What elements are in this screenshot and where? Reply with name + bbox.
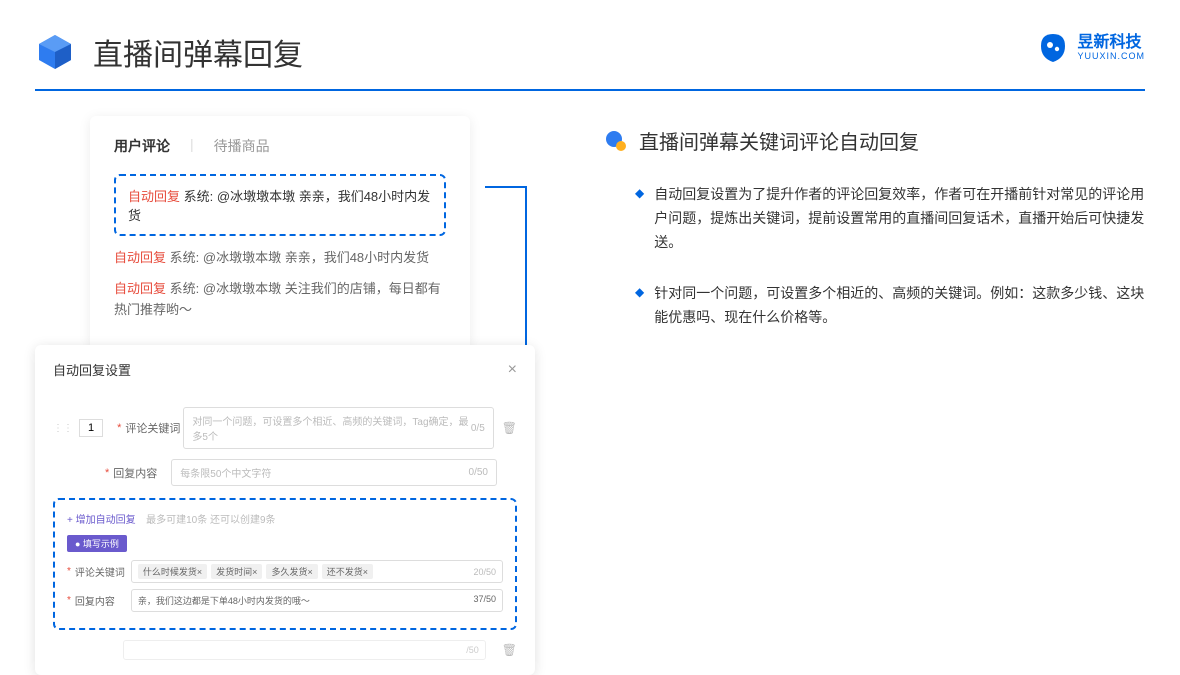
content-row: * 回复内容 每条限50个中文字符 0/50 [53, 459, 517, 486]
tag[interactable]: 什么时候发货× [138, 564, 207, 579]
keyword-input[interactable]: 对同一个问题，可设置多个相近、高频的关键词，Tag确定，最多5个 0/5 [183, 407, 493, 449]
brand-name-cn: 昱新科技 [1077, 34, 1145, 52]
cube-icon [35, 32, 75, 72]
reply-item: 自动回复 系统: @冰墩墩本墩 关注我们的店铺，每日都有热门推荐哟～ [114, 279, 446, 321]
tag[interactable]: 还不发货× [322, 564, 373, 579]
system-label: 系统: [184, 189, 214, 204]
ghost-row: /50 🗑 [53, 640, 517, 660]
ghost-input: /50 [123, 640, 486, 660]
example-content-input[interactable]: 亲，我们这边都是下单48小时内发货的哦～ 37/50 [131, 589, 503, 612]
tag-input[interactable]: 什么时候发货× 发货时间× 多久发货× 还不发货× 20/50 [131, 560, 503, 583]
example-keyword-row: * 评论关键词 什么时候发货× 发货时间× 多久发货× 还不发货× 20/50 [67, 560, 503, 583]
example-content-row: * 回复内容 亲，我们这边都是下单48小时内发货的哦～ 37/50 [67, 589, 503, 612]
connector-line [485, 186, 525, 188]
screenshot-panel: 用户评论 | 待播商品 自动回复 系统: @冰墩墩本墩 亲亲，我们48小时内发货… [35, 116, 535, 675]
tab-separator: | [190, 136, 194, 156]
section-title: 直播间弹幕关键词评论自动回复 [639, 126, 919, 155]
close-icon[interactable]: × [508, 361, 517, 379]
keyword-row: ⋮⋮ 1 * 评论关键词 对同一个问题，可设置多个相近、高频的关键词，Tag确定… [53, 407, 517, 449]
page-header: 直播间弹幕回复 昱新科技 YUUXIN.COM [0, 0, 1180, 89]
delete-icon[interactable]: 🗑 [502, 643, 517, 657]
diamond-icon: ◆ [635, 285, 644, 330]
add-reply-link[interactable]: + 增加自动回复 [67, 515, 136, 526]
keyword-label: 评论关键词 [125, 420, 183, 436]
bullet-list: ◆ 自动回复设置为了提升作者的评论回复效率，作者可在开播前针对常见的评论用户问题… [605, 183, 1145, 330]
settings-dialog: 自动回复设置 × ⋮⋮ 1 * 评论关键词 对同一个问题，可设置多个相近、高频的… [35, 345, 535, 675]
drag-icon[interactable]: ⋮⋮ [53, 423, 73, 434]
required-icon: * [117, 422, 121, 434]
comment-card: 用户评论 | 待播商品 自动回复 系统: @冰墩墩本墩 亲亲，我们48小时内发货… [90, 116, 470, 350]
highlighted-reply: 自动回复 系统: @冰墩墩本墩 亲亲，我们48小时内发货 [114, 174, 446, 236]
tag[interactable]: 多久发货× [266, 564, 317, 579]
tab-user-comments[interactable]: 用户评论 [114, 136, 170, 156]
delete-icon[interactable]: 🗑 [502, 421, 517, 435]
add-hint: 最多可建10条 还可以创建9条 [146, 515, 275, 526]
dialog-title: 自动回复设置 [53, 360, 131, 379]
diamond-icon: ◆ [635, 186, 644, 254]
row-number: 1 [79, 419, 103, 437]
tag[interactable]: 发货时间× [211, 564, 262, 579]
reply-item: 自动回复 系统: @冰墩墩本墩 亲亲，我们48小时内发货 [114, 248, 446, 269]
brand-logo: 昱新科技 YUUXIN.COM [1037, 32, 1145, 64]
bullet-item: ◆ 自动回复设置为了提升作者的评论回复效率，作者可在开播前针对常见的评论用户问题… [635, 183, 1145, 254]
comment-tabs: 用户评论 | 待播商品 [114, 136, 446, 156]
section-header: 直播间弹幕关键词评论自动回复 [605, 126, 1145, 155]
brand-name-en: YUUXIN.COM [1077, 52, 1145, 62]
bullet-item: ◆ 针对同一个问题，可设置多个相近的、高频的关键词。例如：这款多少钱、这块能优惠… [635, 282, 1145, 330]
description-panel: 直播间弹幕关键词评论自动回复 ◆ 自动回复设置为了提升作者的评论回复效率，作者可… [535, 116, 1145, 675]
page-title: 直播间弹幕回复 [93, 30, 303, 74]
required-icon: * [105, 467, 109, 479]
auto-reply-label: 自动回复 [128, 189, 180, 204]
header-divider [35, 89, 1145, 91]
bubble-icon [605, 130, 627, 152]
example-badge: ● 填写示例 [67, 535, 127, 552]
content-label: 回复内容 [113, 465, 171, 481]
content-input[interactable]: 每条限50个中文字符 0/50 [171, 459, 497, 486]
example-section: + 增加自动回复 最多可建10条 还可以创建9条 ● 填写示例 * 评论关键词 … [53, 498, 517, 630]
brand-icon [1037, 32, 1069, 64]
tab-pending-goods[interactable]: 待播商品 [214, 136, 270, 156]
